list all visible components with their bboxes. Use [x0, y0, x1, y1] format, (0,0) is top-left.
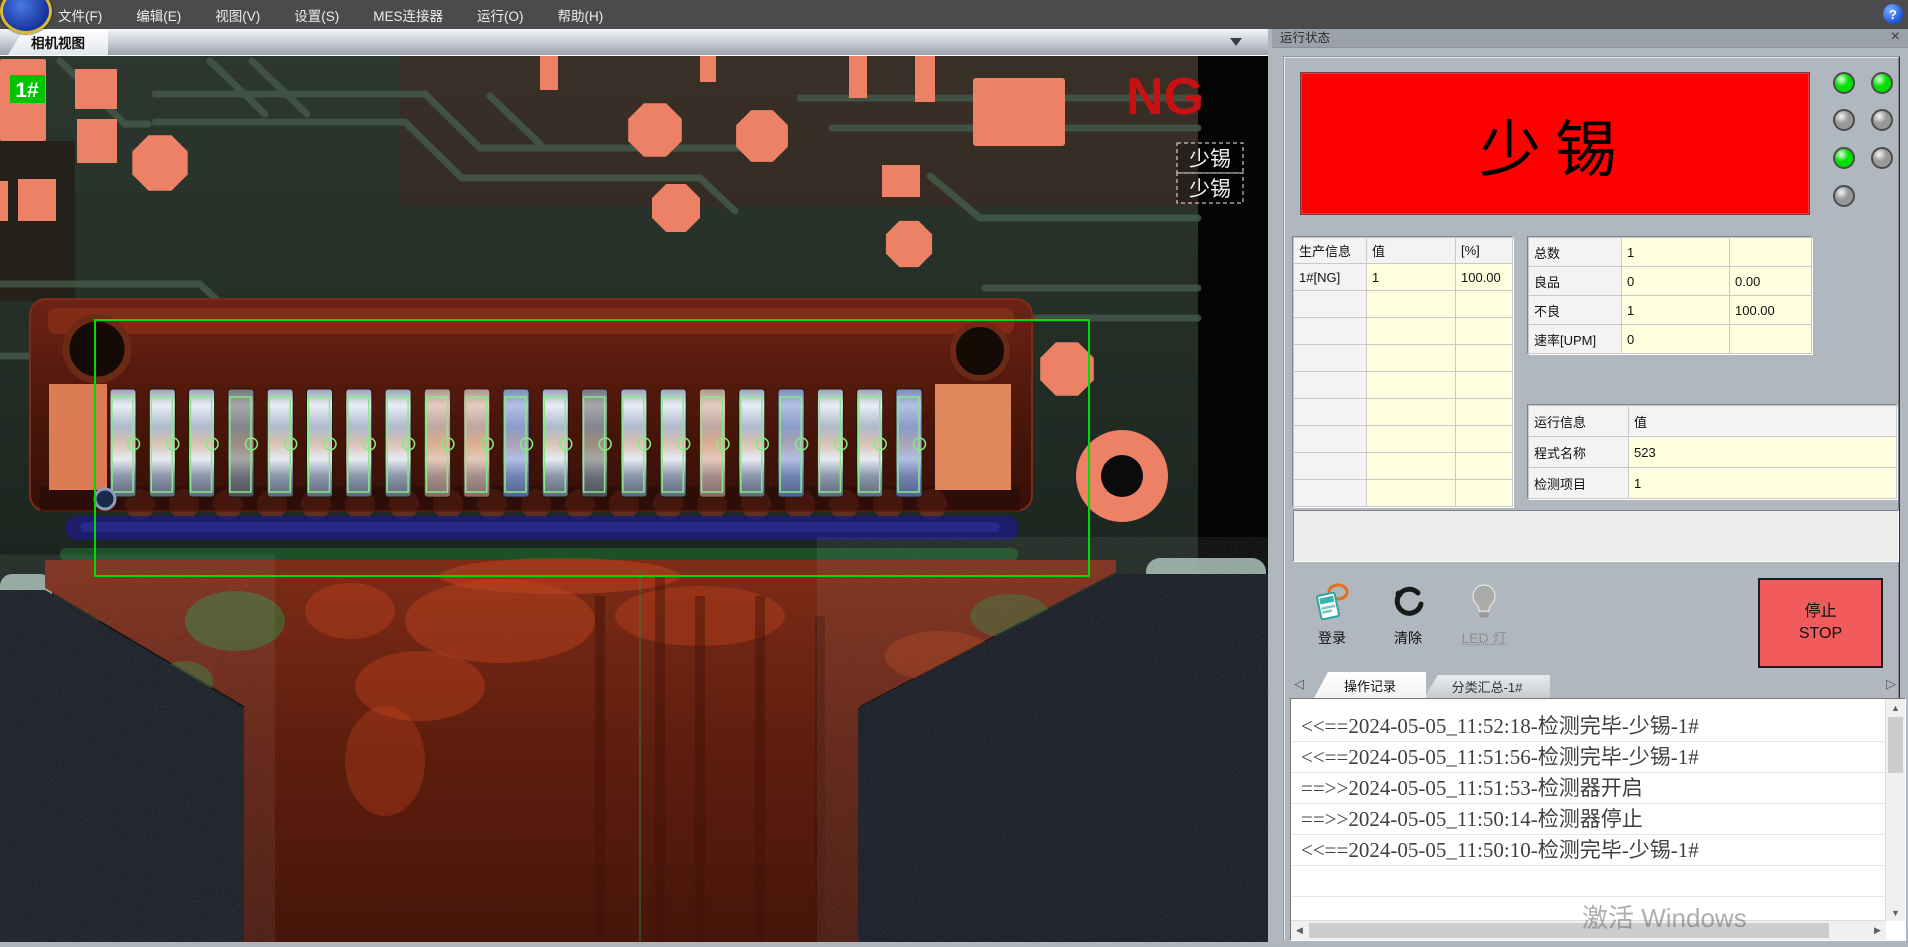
log-entry: <<==2024-05-05_11:51:56-检测完毕-少锡-1# — [1291, 742, 1886, 773]
camera-image-view: 1# NG 少锡 少锡 — [0, 55, 1268, 942]
cell: 100.00 — [1730, 296, 1812, 325]
cell: 良品 — [1529, 267, 1622, 296]
status-banner: 少锡 — [1300, 72, 1810, 215]
panel-title: 运行状态 — [1280, 27, 1330, 46]
log-tab-bar: ◁ 操作记录 分类汇总-1# ▷ — [1284, 668, 1896, 698]
led-bulb-icon — [1464, 582, 1504, 622]
log-entry-empty — [1291, 897, 1886, 921]
stats-table: 总数 1 良品 0 0.00 不良 1 100.00 速率[UPM] 0 — [1528, 237, 1812, 354]
stop-label-cn: 停止 — [1804, 601, 1836, 623]
status-light-on — [1833, 72, 1855, 94]
cell: 不良 — [1529, 296, 1622, 325]
col-header: [%] — [1456, 238, 1513, 264]
cell: 1 — [1622, 238, 1730, 267]
cell — [1730, 325, 1812, 354]
cell: 速率[UPM] — [1529, 325, 1622, 354]
defect-label: 少锡 — [1189, 178, 1231, 201]
cell: 1 — [1367, 264, 1456, 291]
log-entry: <<==2024-05-05_11:50:10-检测完毕-少锡-1# — [1291, 835, 1886, 866]
camera-tab-bar: 相机视图 — [0, 29, 1268, 56]
clear-eraser-icon — [1388, 582, 1428, 622]
cell: 总数 — [1529, 238, 1622, 267]
status-light-on — [1833, 147, 1855, 169]
cell — [1730, 238, 1812, 267]
cell: 程式名称 — [1529, 437, 1629, 468]
col-header: 运行信息 — [1529, 406, 1629, 437]
log-entry: ==>>2024-05-05_11:51:53-检测器开启 — [1291, 773, 1886, 804]
log-list: <<==2024-05-05_11:52:18-检测完毕-少锡-1# <<==2… — [1291, 699, 1886, 921]
ng-result-text: NG — [1126, 68, 1204, 126]
clear-label: 清除 — [1394, 628, 1422, 648]
run-info-table: 运行信息 值 程式名称 523 检测项目 1 — [1528, 405, 1897, 499]
pcb-image: 1# NG 少锡 少锡 — [0, 56, 1268, 942]
cell: 1#[NG] — [1294, 264, 1367, 291]
vertical-scroll-thumb[interactable] — [1888, 717, 1903, 773]
col-header: 值 — [1629, 406, 1897, 437]
operation-log-box: <<==2024-05-05_11:52:18-检测完毕-少锡-1# <<==2… — [1290, 698, 1906, 941]
vertical-scrollbar[interactable]: ▲ ▼ — [1885, 699, 1905, 921]
login-badge-icon — [1312, 582, 1352, 622]
log-entry: ==>>2024-05-05_11:50:14-检测器停止 — [1291, 804, 1886, 835]
menu-file[interactable]: 文件(F) — [58, 5, 102, 25]
clear-button[interactable]: 清除 — [1378, 582, 1438, 664]
stop-button[interactable]: 停止 STOP — [1758, 578, 1883, 668]
status-light-off — [1833, 109, 1855, 131]
tab-operation-log[interactable]: 操作记录 — [1314, 672, 1426, 698]
menu-settings[interactable]: 设置(S) — [294, 5, 339, 25]
menu-view[interactable]: 视图(V) — [215, 5, 260, 25]
cell: 1 — [1629, 468, 1897, 499]
camera-number-label: 1# — [15, 79, 39, 102]
col-header: 生产信息 — [1294, 238, 1367, 264]
tab-scroll-right-icon[interactable]: ▷ — [1886, 676, 1896, 692]
cell: 0 — [1622, 325, 1730, 354]
production-table: 生产信息 值 [%] 1#[NG] 1 100.00 — [1293, 237, 1513, 507]
cell: 523 — [1629, 437, 1897, 468]
cell: 检测项目 — [1529, 468, 1629, 499]
scroll-left-icon[interactable]: ◀ — [1291, 922, 1308, 939]
col-header: 值 — [1367, 238, 1456, 264]
message-box — [1293, 510, 1899, 562]
run-status-panel: 运行状态 × 少锡 生产信息 值 [%] 1#[NG] 1 100.00 总数 … — [1272, 26, 1908, 941]
cell: 100.00 — [1456, 264, 1513, 291]
panel-title-bar: 运行状态 × — [1272, 26, 1908, 48]
cell: 1 — [1622, 296, 1730, 325]
help-question-icon[interactable]: ? — [1883, 4, 1903, 24]
tab-scroll-left-icon[interactable]: ◁ — [1294, 676, 1304, 692]
menu-run[interactable]: 运行(O) — [477, 5, 524, 25]
menu-bar: 文件(F) 编辑(E) 视图(V) 设置(S) MES连接器 运行(O) 帮助(… — [0, 0, 1908, 29]
status-light-off — [1871, 147, 1893, 169]
log-entry-empty — [1291, 866, 1886, 897]
cell: 0 — [1622, 267, 1730, 296]
status-light-off — [1833, 185, 1855, 207]
login-button[interactable]: 登录 — [1302, 582, 1362, 664]
status-light-on — [1871, 72, 1893, 94]
tab-classification-summary[interactable]: 分类汇总-1# — [1424, 675, 1550, 698]
scroll-right-icon[interactable]: ▶ — [1869, 922, 1886, 939]
scroll-down-icon[interactable]: ▼ — [1887, 904, 1904, 921]
led-label: LED 灯 — [1461, 628, 1506, 648]
chevron-down-icon[interactable] — [1230, 38, 1242, 46]
close-icon[interactable]: × — [1891, 29, 1900, 45]
menu-mes-connector[interactable]: MES连接器 — [373, 5, 443, 25]
menu-help[interactable]: 帮助(H) — [558, 5, 604, 25]
cell: 0.00 — [1730, 267, 1812, 296]
log-entry: <<==2024-05-05_11:52:18-检测完毕-少锡-1# — [1291, 711, 1886, 742]
login-label: 登录 — [1318, 628, 1346, 648]
horizontal-scrollbar[interactable]: ◀ ▶ — [1291, 920, 1886, 940]
stop-label-en: STOP — [1799, 623, 1842, 645]
led-light-button[interactable]: LED 灯 — [1454, 582, 1514, 664]
scroll-up-icon[interactable]: ▲ — [1887, 699, 1904, 716]
horizontal-scroll-thumb[interactable] — [1309, 923, 1829, 938]
defect-label: 少锡 — [1189, 148, 1231, 171]
menu-edit[interactable]: 编辑(E) — [136, 5, 181, 25]
status-light-off — [1871, 109, 1893, 131]
